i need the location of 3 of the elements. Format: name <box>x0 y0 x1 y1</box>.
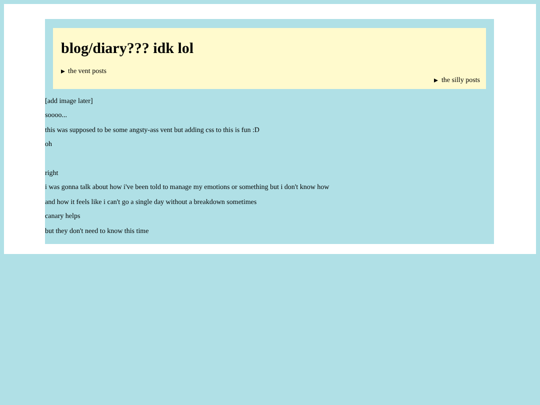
disclosure-triangle-icon <box>434 78 438 83</box>
disclosure-triangle-icon <box>61 69 65 74</box>
blog-title: blog/diary??? idk lol <box>61 40 195 58</box>
